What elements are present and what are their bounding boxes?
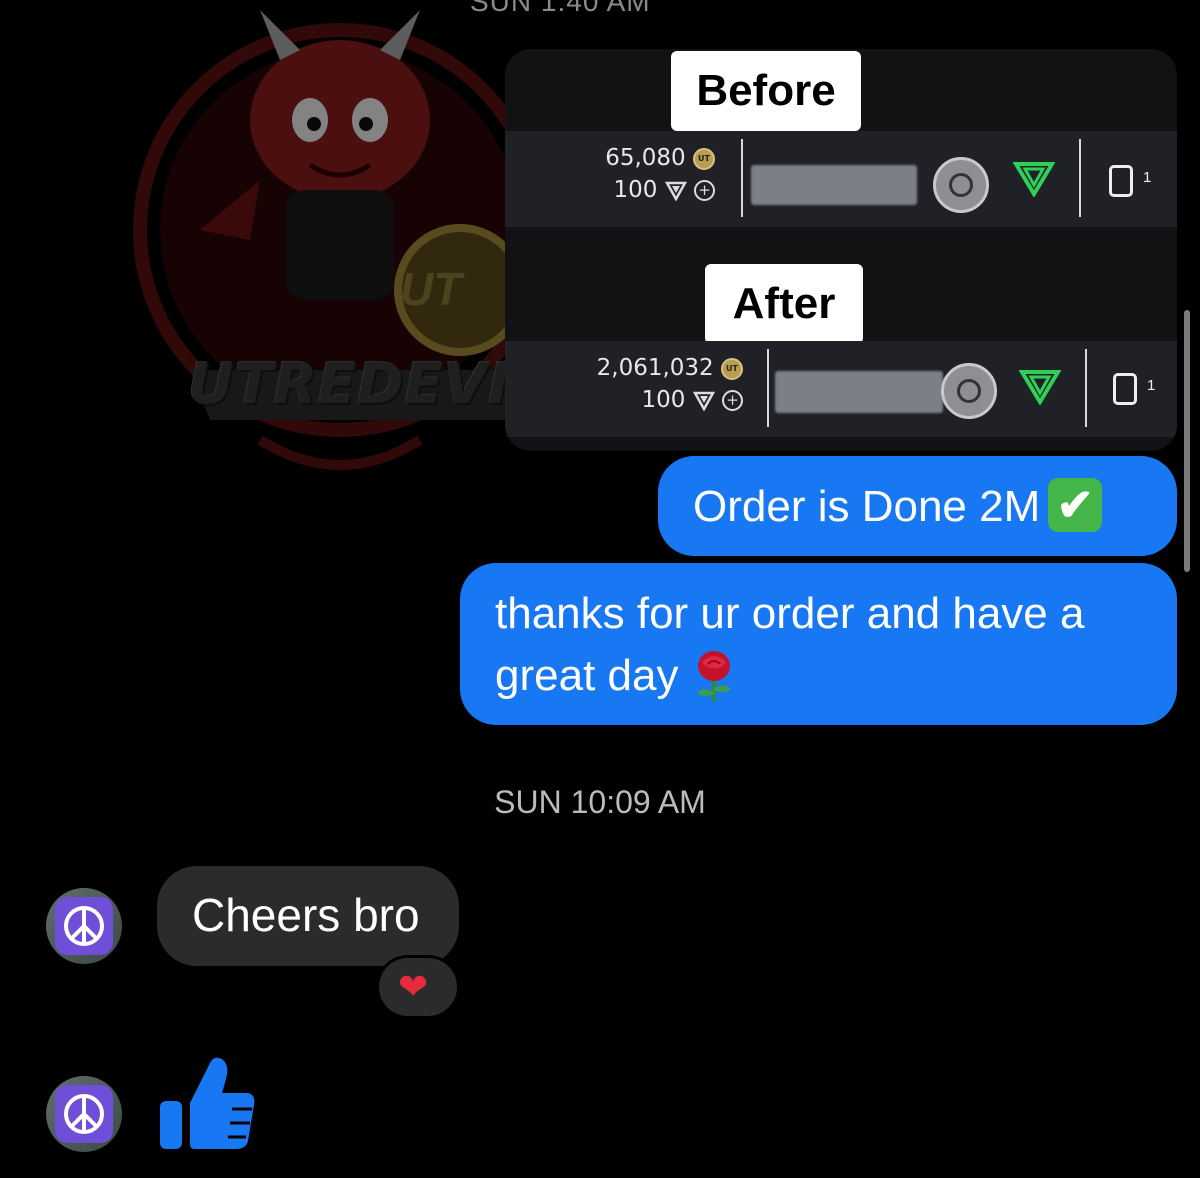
message-reaction[interactable]: ❤	[376, 955, 460, 1019]
club-badge-icon	[941, 363, 997, 419]
points-triangle-icon	[692, 391, 715, 411]
after-label: After	[705, 264, 863, 344]
scrollbar[interactable]	[1184, 310, 1190, 572]
check-mark-icon: ✔	[1048, 478, 1103, 533]
thumbs-up-icon	[160, 1057, 255, 1149]
divider	[1085, 349, 1087, 427]
outgoing-message[interactable]: Order is Done 2M ✔	[658, 456, 1177, 556]
blurred-club-name	[775, 371, 943, 413]
avatar-tile	[55, 1085, 113, 1143]
points-triangle-icon	[664, 181, 687, 201]
message-text-block: thanks for ur order and have a great day	[495, 583, 1155, 707]
before-coins: 65,080 UT	[545, 145, 715, 171]
before-device-count: 1	[1143, 169, 1152, 186]
conversation-timestamp: SUN 10:09 AM	[494, 784, 706, 820]
peace-icon	[64, 1094, 104, 1134]
divider	[767, 349, 769, 427]
plus-icon: +	[694, 180, 715, 201]
divider	[1079, 139, 1081, 217]
plus-icon: +	[722, 390, 743, 411]
message-text-line: thanks for ur order and have a	[495, 589, 1085, 638]
message-text-line-2: great day	[495, 645, 1155, 707]
green-triangle-icon	[1019, 370, 1061, 405]
message-text: great day	[495, 651, 679, 700]
before-game-bar: 65,080 UT 100 + 1	[505, 131, 1177, 227]
avatar-tile	[55, 897, 113, 955]
message-text: Cheers bro	[192, 889, 420, 941]
outgoing-message[interactable]: thanks for ur order and have a great day	[460, 563, 1177, 725]
after-points-value: 100	[641, 387, 686, 413]
heart-icon: ❤	[398, 966, 429, 1007]
after-device-count: 1	[1147, 377, 1156, 394]
before-label: Before	[671, 51, 861, 131]
rose-icon	[698, 651, 731, 703]
image-attachment[interactable]: Before 65,080 UT 100 + 1 After 2,061,032…	[505, 49, 1177, 451]
device-icon	[1113, 373, 1137, 405]
watermark-badge: UT	[400, 263, 462, 315]
avatar[interactable]	[46, 1076, 122, 1152]
after-coins: 2,061,032 UT	[545, 355, 743, 381]
after-coins-value: 2,061,032	[596, 355, 714, 381]
message-text-row: Order is Done 2M ✔	[693, 476, 1103, 538]
blurred-club-name	[751, 165, 917, 205]
after-points: 100 +	[545, 387, 743, 413]
coin-icon: UT	[693, 147, 715, 170]
message-text: Order is Done 2M	[693, 482, 1041, 531]
like-message[interactable]	[158, 1053, 258, 1158]
incoming-message[interactable]: Cheers bro	[157, 866, 459, 966]
avatar[interactable]	[46, 888, 122, 964]
divider	[741, 139, 743, 217]
club-badge-icon	[933, 157, 989, 213]
device-icon	[1109, 165, 1133, 197]
before-points-value: 100	[613, 177, 658, 203]
green-triangle-icon	[1013, 162, 1055, 197]
coin-icon: UT	[721, 357, 743, 380]
before-points: 100 +	[545, 177, 715, 203]
before-coins-value: 65,080	[605, 145, 686, 171]
after-game-bar: 2,061,032 UT 100 + 1	[505, 341, 1177, 437]
top-timestamp: SUN 1:40 AM	[470, 0, 651, 17]
peace-icon	[64, 906, 104, 946]
